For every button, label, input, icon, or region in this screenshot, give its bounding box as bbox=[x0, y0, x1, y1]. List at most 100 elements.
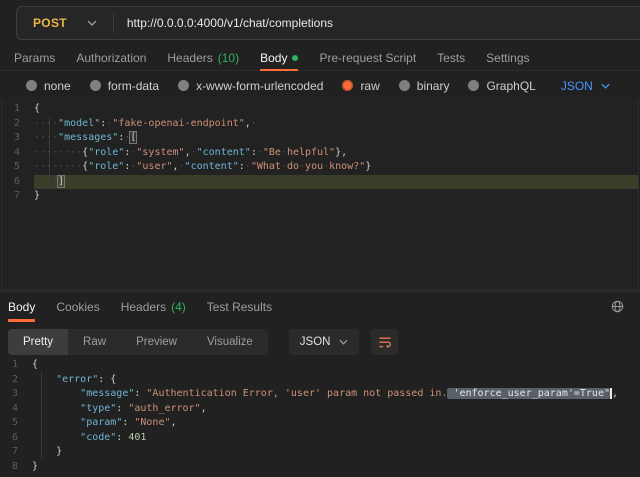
response-language-dropdown[interactable]: JSON bbox=[289, 329, 360, 355]
code-token: { bbox=[34, 103, 40, 114]
radio-icon bbox=[468, 80, 479, 91]
body-type-none[interactable]: none bbox=[26, 79, 71, 93]
chevron-down-icon bbox=[601, 83, 610, 89]
code-token: "role" bbox=[88, 147, 124, 158]
body-type-binary[interactable]: binary bbox=[399, 79, 450, 93]
code-content: "error": { bbox=[32, 373, 640, 388]
response-tab-test-results[interactable]: Test Results bbox=[207, 292, 272, 322]
response-tab-headers[interactable]: Headers(4) bbox=[121, 292, 186, 322]
code-content: ····"model":·"fake-openai-endpoint",· bbox=[34, 117, 638, 132]
chevron-down-icon bbox=[339, 339, 348, 345]
request-tab-authorization[interactable]: Authorization bbox=[76, 45, 146, 70]
request-tab-tests[interactable]: Tests bbox=[437, 45, 465, 70]
body-type-row: none form-data x-www-form-urlencoded raw bin… bbox=[0, 72, 640, 99]
code-token: "type" bbox=[80, 403, 116, 414]
tab-label: Headers bbox=[121, 300, 166, 314]
line-number: 7 bbox=[0, 445, 32, 460]
line-number: 7 bbox=[2, 189, 34, 204]
request-tab-pre-request-script[interactable]: Pre-request Script bbox=[319, 45, 416, 70]
code-line: 1{ bbox=[0, 358, 640, 373]
body-type-raw[interactable]: raw bbox=[342, 79, 379, 93]
request-language-label: JSON bbox=[561, 79, 593, 93]
line-number: 1 bbox=[0, 358, 32, 373]
code-line: 1{ bbox=[2, 102, 638, 117]
radio-icon bbox=[342, 80, 353, 91]
request-body-editor[interactable]: 1{2····"model":·"fake-openai-endpoint",·… bbox=[1, 99, 639, 290]
request-tabs: Params Authorization Headers(10) Body Pre-re… bbox=[0, 45, 640, 71]
body-type-form-data[interactable]: form-data bbox=[90, 79, 159, 93]
code-token: "param" bbox=[80, 417, 122, 428]
line-number: 4 bbox=[2, 146, 34, 161]
request-tab-headers[interactable]: Headers(10) bbox=[167, 45, 239, 70]
code-token: }, bbox=[335, 147, 347, 158]
line-number: 4 bbox=[0, 402, 32, 417]
view-raw-button[interactable]: Raw bbox=[68, 329, 121, 355]
code-content: { bbox=[34, 102, 638, 117]
code-token: do bbox=[287, 161, 299, 172]
radio-label: none bbox=[44, 79, 71, 93]
view-visualize-button[interactable]: Visualize bbox=[192, 329, 268, 355]
tab-label: Settings bbox=[486, 51, 529, 65]
code-line: 3····"messages":·[ bbox=[2, 131, 638, 146]
radio-icon bbox=[399, 80, 410, 91]
response-language-label: JSON bbox=[300, 336, 331, 348]
radio-label: form-data bbox=[108, 79, 159, 93]
code-token: "messages" bbox=[58, 132, 118, 143]
tab-label: Body bbox=[8, 300, 35, 314]
word-wrap-button[interactable] bbox=[371, 329, 398, 355]
response-body-editor[interactable]: 1{2 "error": {3 "message": "Authenticati… bbox=[0, 356, 640, 477]
body-type-x-www-form-urlencoded[interactable]: x-www-form-urlencoded bbox=[178, 79, 323, 93]
code-token: "system" bbox=[136, 147, 184, 158]
code-token: "user" bbox=[136, 161, 172, 172]
response-tab-cookies[interactable]: Cookies bbox=[56, 292, 99, 322]
code-token: } bbox=[56, 446, 62, 457]
whitespace-dots: ···· bbox=[34, 132, 58, 143]
code-token: { bbox=[110, 374, 116, 385]
request-tab-settings[interactable]: Settings bbox=[486, 45, 529, 70]
code-content: ····] bbox=[34, 175, 638, 190]
request-tab-body[interactable]: Body bbox=[260, 45, 298, 70]
line-number: 6 bbox=[0, 431, 32, 446]
view-preview-button[interactable]: Preview bbox=[121, 329, 192, 355]
code-token: } bbox=[34, 190, 40, 201]
indent-guide bbox=[49, 117, 50, 190]
response-tab-body[interactable]: Body bbox=[8, 292, 35, 322]
tab-label: Authorization bbox=[76, 51, 146, 65]
request-language-dropdown[interactable]: JSON bbox=[561, 79, 610, 93]
response-toolbar: PrettyRawPreviewVisualize JSON bbox=[8, 329, 398, 355]
method-label: POST bbox=[33, 16, 67, 30]
tab-label: Body bbox=[260, 51, 287, 65]
code-content: "param": "None", bbox=[32, 416, 640, 431]
code-token: : bbox=[122, 417, 134, 428]
whitespace-dots: ···· bbox=[34, 118, 58, 129]
response-view-switcher: PrettyRawPreviewVisualize bbox=[8, 329, 268, 355]
view-pretty-button[interactable]: Pretty bbox=[8, 329, 68, 355]
line-number: 5 bbox=[0, 416, 32, 431]
code-token: , bbox=[171, 417, 177, 428]
code-line: 4 "type": "auth_error", bbox=[0, 402, 640, 417]
code-token: : bbox=[134, 388, 146, 399]
code-token: know?" bbox=[329, 161, 365, 172]
word-wrap-icon bbox=[378, 335, 392, 349]
code-content: ········{"role":·"system",·"content":·"B… bbox=[34, 146, 638, 161]
url-input[interactable]: http://0.0.0.0:4000/v1/chat/completions bbox=[114, 16, 333, 30]
code-content: } bbox=[32, 445, 640, 460]
code-token: "What bbox=[251, 161, 281, 172]
code-line: 4········{"role":·"system",·"content":·"… bbox=[2, 146, 638, 161]
tab-label: Pre-request Script bbox=[319, 51, 416, 65]
whitespace-dots: · bbox=[251, 118, 257, 129]
line-number: 3 bbox=[0, 387, 32, 402]
code-token: : bbox=[116, 432, 128, 443]
request-tab-params[interactable]: Params bbox=[14, 45, 55, 70]
line-number: 8 bbox=[0, 460, 32, 475]
method-dropdown[interactable]: POST bbox=[17, 16, 113, 30]
body-type-graphql[interactable]: GraphQL bbox=[468, 79, 535, 93]
code-token: "auth_error" bbox=[128, 403, 200, 414]
line-number: 3 bbox=[2, 131, 34, 146]
code-token: you bbox=[305, 161, 323, 172]
radio-label: binary bbox=[417, 79, 450, 93]
indent-guide bbox=[41, 372, 42, 459]
line-number: 1 bbox=[2, 102, 34, 117]
globe-icon[interactable] bbox=[611, 300, 624, 313]
whitespace-dots: ···· bbox=[34, 176, 58, 187]
